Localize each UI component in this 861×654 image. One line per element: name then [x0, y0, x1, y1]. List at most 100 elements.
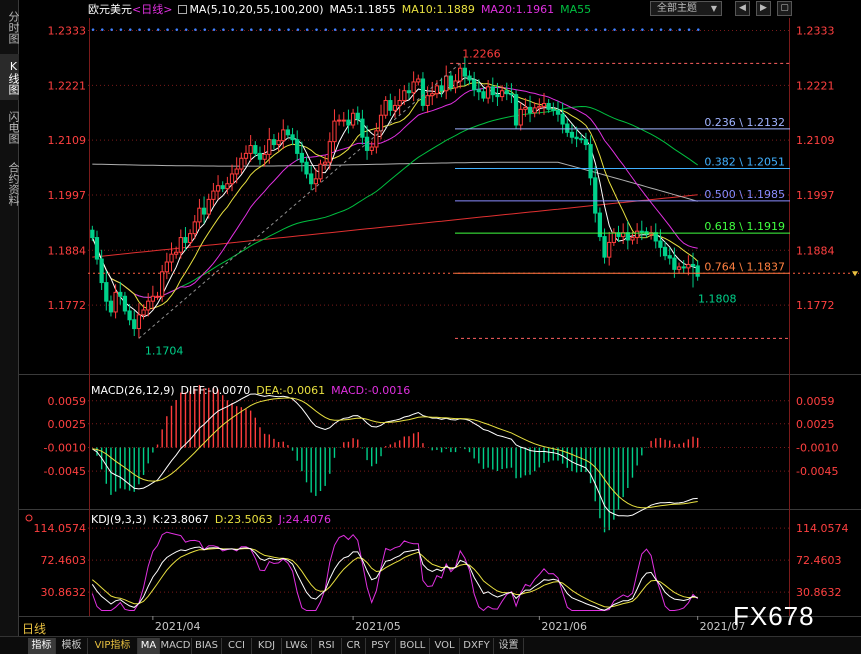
kdj-tick-label-left: 114.0574 — [34, 522, 87, 535]
macd-diff-value: DIFF:-0.0070 — [180, 384, 251, 397]
indicator-tab-0[interactable]: 指标 — [28, 638, 56, 654]
candle-body — [611, 232, 616, 243]
signal-dot: • — [379, 26, 384, 36]
theme-select[interactable]: 全部主题 ▼ — [650, 1, 722, 16]
price-tick-label-right: 1.2221 — [796, 79, 835, 92]
candle-body — [462, 67, 467, 77]
fib-level-label: 0.236 \ 1.2132 — [704, 116, 785, 129]
signal-dot: • — [370, 26, 375, 36]
ma20-value: MA20:1.1961 — [480, 3, 555, 16]
maximize-button[interactable]: ▢ — [777, 1, 792, 16]
candle-body — [453, 80, 458, 89]
macd-dea-line — [92, 397, 698, 509]
indicator-tab-psy[interactable]: PSY — [366, 638, 396, 654]
macd-panel-header: MACD(26,12,9) DIFF:-0.0070 DEA:-0.0061 MACD… — [91, 384, 416, 397]
sidebar-tab-timeshare[interactable]: 分时图 — [0, 4, 20, 50]
indicator-tab-vip[interactable]: VIP指标 — [88, 638, 138, 654]
sidebar-tab-lightning[interactable]: 闪电图 — [0, 104, 20, 150]
candle-body — [402, 90, 407, 102]
indicator-tab-rsi[interactable]: RSI — [312, 638, 342, 654]
signal-dot: • — [584, 26, 589, 36]
candle-body — [132, 319, 137, 330]
ma55-value: MA55 — [560, 3, 592, 16]
ma-indicator-icon[interactable] — [178, 5, 188, 14]
candle-body — [658, 240, 663, 248]
indicator-tab-vol[interactable]: VOL — [430, 638, 460, 654]
indicator-tab-macd[interactable]: MACD — [160, 638, 192, 654]
candle-body — [257, 152, 263, 160]
signal-dot: • — [426, 26, 431, 36]
fib-level-label: 0.764 \ 1.1837 — [704, 260, 785, 273]
indicator-tab-1[interactable]: 模板 — [56, 638, 88, 654]
candle-body — [122, 295, 128, 312]
candle-body — [295, 139, 300, 154]
candle-body — [681, 266, 686, 269]
signal-dot: • — [202, 26, 207, 36]
indicator-tab-15[interactable]: 设置 — [494, 638, 524, 654]
candle-body — [383, 100, 388, 116]
next-button[interactable]: ▶ — [756, 1, 771, 16]
macd-dea-value: DEA:-0.0061 — [256, 384, 326, 397]
candle-body — [513, 94, 519, 126]
sidebar-tab-contract-info[interactable]: 合约资料 — [0, 154, 20, 214]
signal-dot: • — [593, 26, 598, 36]
chart-canvas[interactable]: 1.2333 1.2333 1.2221 1.2221 1.2109 1.2109 1.19… — [19, 0, 861, 636]
candle-body — [555, 109, 561, 115]
candle-body — [569, 131, 575, 138]
candle-body — [602, 236, 607, 258]
signal-dot: • — [211, 26, 216, 36]
signal-dot: • — [668, 26, 673, 36]
ma200-line — [92, 194, 698, 258]
macd-tick-label-right: 0.0059 — [796, 395, 835, 408]
indicator-tab-dxfy[interactable]: DXFY — [460, 638, 494, 654]
fib-trend-line — [138, 62, 461, 339]
candle-body — [551, 108, 556, 111]
candle-body — [267, 139, 272, 155]
sidebar-tab-kline[interactable]: K线图 — [0, 54, 20, 100]
indicator-tab-kdj[interactable]: KDJ — [252, 638, 282, 654]
signal-dot: • — [128, 26, 133, 36]
candle-body — [262, 153, 267, 160]
signal-dot: • — [686, 26, 691, 36]
candle-body — [523, 106, 528, 110]
candle-body — [150, 295, 155, 302]
candle-body — [546, 102, 551, 110]
macd-tick-label-left: 0.0025 — [48, 418, 87, 431]
candle-body — [593, 177, 598, 214]
candle-body — [416, 78, 421, 83]
candle-body — [392, 104, 398, 111]
macd-tick-label-left: -0.0010 — [44, 441, 86, 454]
signal-dot: • — [398, 26, 403, 36]
fib-level-label: 0.500 \ 1.1985 — [704, 188, 785, 201]
indicator-tab-cr[interactable]: CR — [342, 638, 366, 654]
candle-body — [458, 67, 463, 82]
candle-body — [323, 161, 328, 165]
kdj-panel-header: KDJ(9,3,3) K:23.8067 D:23.5063 J:24.4076 — [91, 513, 337, 526]
indicator-tab-boll[interactable]: BOLL — [396, 638, 430, 654]
indicator-tab-bias[interactable]: BIAS — [192, 638, 222, 654]
candle-body — [229, 173, 235, 185]
indicator-tab-cci[interactable]: CCI — [222, 638, 252, 654]
signal-dot: • — [621, 26, 626, 36]
candle-body — [350, 112, 356, 126]
candle-body — [448, 75, 454, 89]
indicator-tab-lw[interactable]: LW& — [282, 638, 312, 654]
candle-body — [127, 310, 132, 321]
candle-body — [420, 78, 426, 106]
candle-body — [169, 253, 174, 263]
candle-body — [276, 140, 281, 146]
price-tick-label-right: 1.1772 — [796, 299, 835, 312]
price-tick-label-right: 1.1997 — [796, 189, 835, 202]
candle-body — [211, 190, 216, 200]
candle-body — [388, 100, 393, 111]
candle-body — [336, 119, 342, 122]
signal-dot: • — [658, 26, 663, 36]
candle-body — [332, 120, 337, 143]
candle-body — [439, 85, 444, 92]
signal-dot: • — [630, 26, 635, 36]
candle-body — [299, 152, 304, 163]
signal-dot: • — [640, 26, 645, 36]
signal-dot: • — [435, 26, 440, 36]
indicator-tab-ma[interactable]: MA — [138, 638, 160, 654]
prev-button[interactable]: ◀ — [735, 1, 750, 16]
